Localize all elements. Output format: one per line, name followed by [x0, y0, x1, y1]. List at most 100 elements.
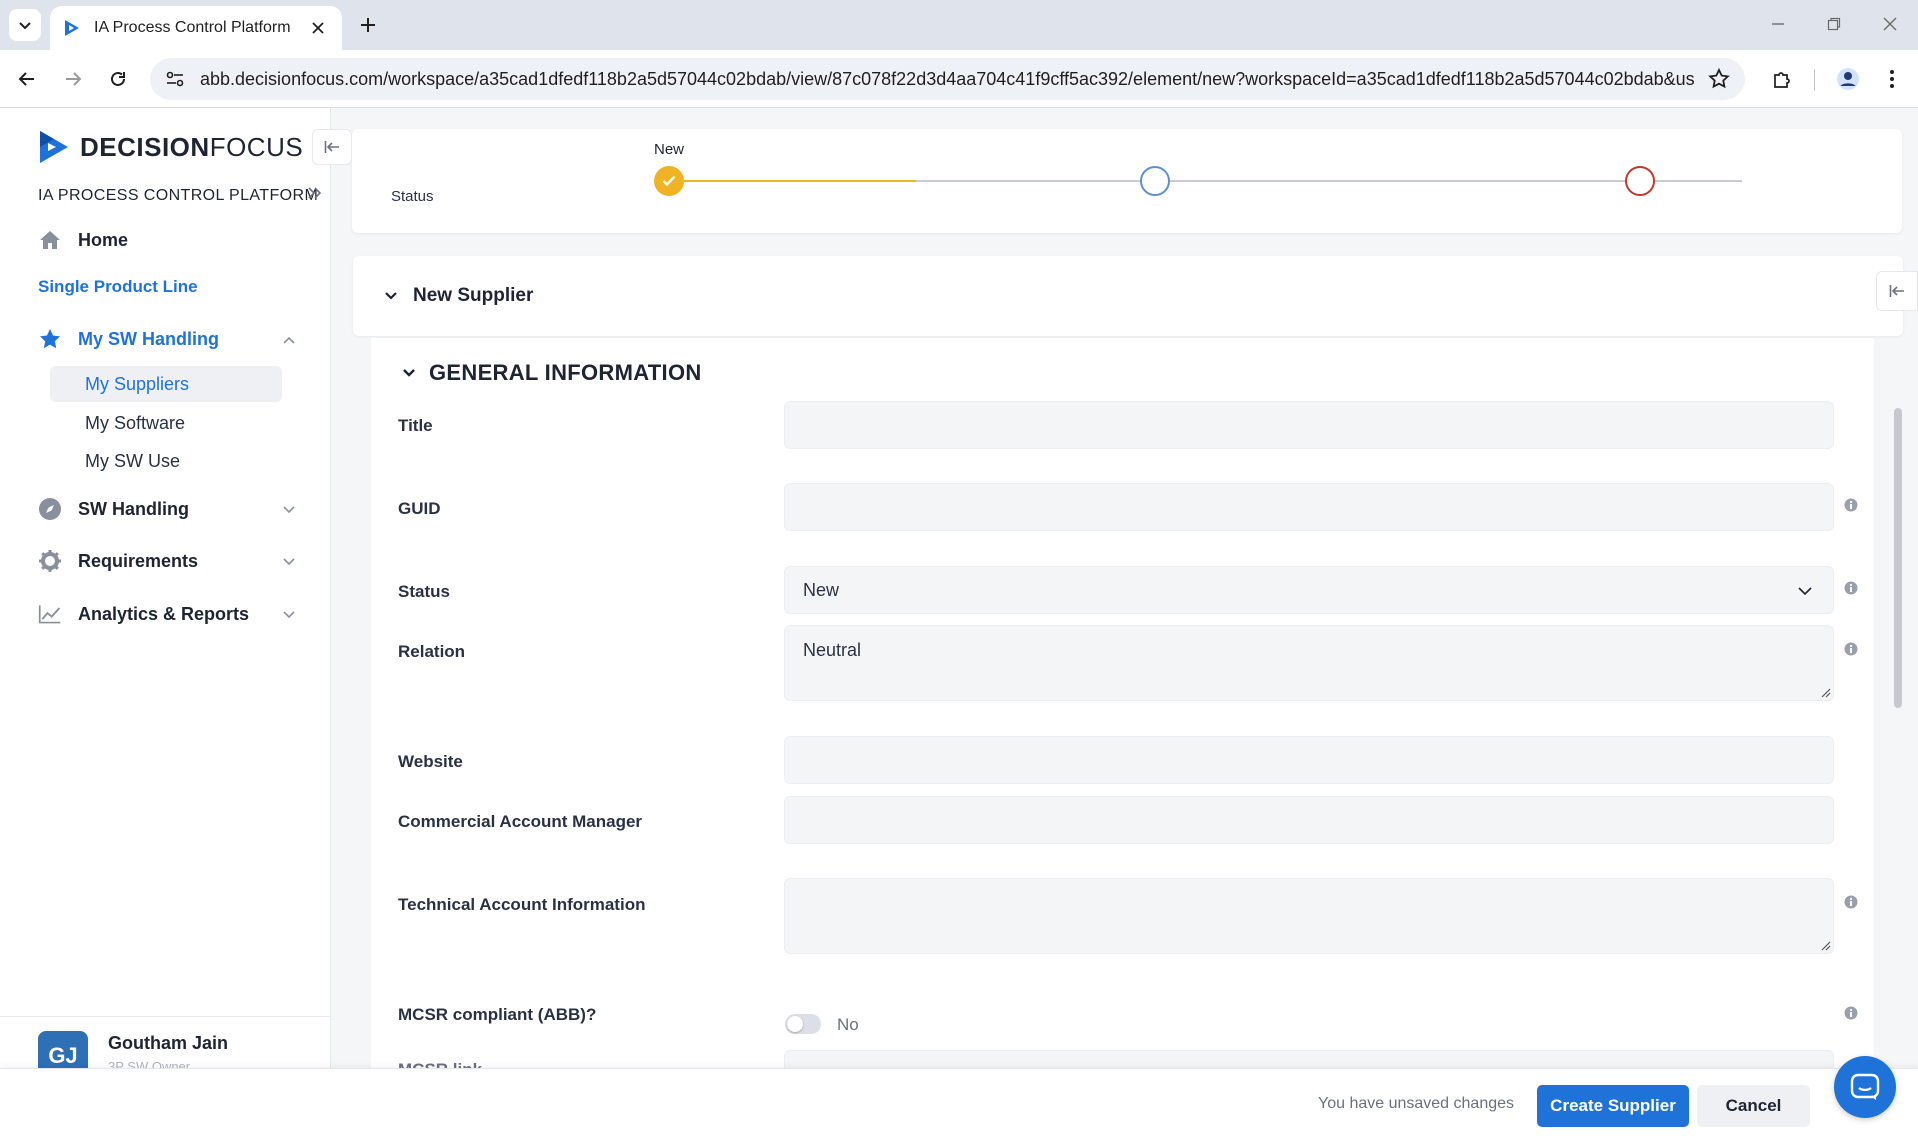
- reload-icon: [111, 71, 125, 86]
- nav-home[interactable]: Home: [38, 223, 128, 257]
- user-name: Goutham Jain: [108, 1033, 229, 1053]
- arrow-right-icon: [66, 72, 82, 86]
- cancel-button[interactable]: Cancel: [1697, 1085, 1810, 1127]
- general-information-toggle[interactable]: GENERAL INFORMATION: [401, 360, 702, 386]
- app-sidebar: DECISIONFOCUS IA PROCESS CONTROL PLATFOR…: [0, 108, 352, 1136]
- mcsr-link-label: MCSR link: [398, 1060, 482, 1068]
- profile-button[interactable]: [1832, 63, 1864, 95]
- website-label: Website: [398, 752, 463, 771]
- reload-button[interactable]: [102, 63, 134, 95]
- collapse-left-icon: [324, 141, 339, 153]
- bookmark-star-icon[interactable]: [1707, 67, 1731, 91]
- form-action-bar: You have unsaved changes Create Supplier…: [0, 1068, 1918, 1136]
- nav-analytics-label: Analytics & Reports: [78, 603, 250, 624]
- relation-field[interactable]: Neutral: [784, 625, 1834, 701]
- tab-title: IA Process Control Platform: [94, 19, 291, 36]
- chevron-down-icon[interactable]: [281, 606, 297, 622]
- title-field[interactable]: [784, 401, 1834, 449]
- back-button[interactable]: [11, 63, 43, 95]
- close-window-button[interactable]: [1870, 8, 1910, 40]
- mcsr-compliant-toggle[interactable]: [785, 1014, 821, 1034]
- plus-icon: [361, 18, 375, 32]
- new-supplier-header[interactable]: New Supplier: [353, 256, 1903, 336]
- info-icon[interactable]: [1844, 498, 1858, 512]
- gear-icon: [39, 550, 61, 572]
- relation-value: Neutral: [803, 640, 862, 660]
- browser-tab-active[interactable]: IA Process Control Platform: [50, 6, 342, 50]
- compass-icon: [39, 498, 61, 520]
- sidebar-item-my-sw-use[interactable]: My SW Use: [50, 443, 282, 479]
- status-select[interactable]: New: [784, 566, 1834, 614]
- logo-mark-icon: [40, 131, 68, 163]
- step-approved[interactable]: [1140, 166, 1170, 196]
- guid-field[interactable]: [784, 483, 1834, 531]
- nav-requirements-label: Requirements: [78, 550, 199, 571]
- address-bar[interactable]: abb.decisionfocus.com/workspace/a35cad1d…: [150, 58, 1745, 100]
- nav-my-sw-handling[interactable]: My SW Handling: [38, 322, 219, 356]
- extensions-button[interactable]: [1766, 63, 1798, 95]
- new-tab-button[interactable]: [352, 9, 384, 41]
- single-product-line-link[interactable]: Single Product Line: [38, 277, 198, 297]
- guid-label: GUID: [398, 499, 441, 518]
- tab-close-icon[interactable]: [306, 16, 330, 40]
- title-label: Title: [398, 416, 433, 435]
- create-supplier-button[interactable]: Create Supplier: [1537, 1085, 1689, 1127]
- nav-requirements[interactable]: Requirements: [38, 544, 198, 578]
- mcsr-link-field[interactable]: [784, 1050, 1834, 1068]
- main-scrollbar[interactable]: [1894, 408, 1902, 708]
- browser-toolbar: abb.decisionfocus.com/workspace/a35cad1d…: [0, 50, 1918, 108]
- decisionfocus-favicon-icon: [65, 20, 79, 36]
- toolbar-separator: [1814, 69, 1815, 91]
- chevron-down-icon: [1798, 587, 1812, 596]
- user-profile-area[interactable]: GJ Goutham Jain 3P SW Owner: [0, 1016, 331, 1081]
- restore-icon: [1827, 17, 1841, 31]
- sidebar-item-my-software[interactable]: My Software: [50, 405, 282, 441]
- chat-icon: [1850, 1073, 1880, 1100]
- mcsr-compliant-value: No: [837, 1015, 859, 1034]
- restore-button[interactable]: [1814, 8, 1854, 40]
- resize-grip-icon[interactable]: [1819, 939, 1831, 951]
- chevron-down-icon[interactable]: [281, 553, 297, 569]
- chevron-up-icon[interactable]: [281, 333, 297, 349]
- site-settings-icon[interactable]: [164, 68, 186, 90]
- nav-sw-handling-label: SW Handling: [78, 498, 189, 519]
- commercial-account-manager-field[interactable]: [784, 796, 1834, 844]
- line-chart-icon: [38, 605, 61, 624]
- info-icon[interactable]: [1844, 1006, 1858, 1020]
- info-icon[interactable]: [1844, 642, 1858, 656]
- toggle-knob: [787, 1016, 803, 1032]
- info-icon[interactable]: [1844, 581, 1858, 595]
- chevron-down-icon: [403, 369, 415, 377]
- website-field[interactable]: [784, 736, 1834, 784]
- info-icon[interactable]: [1844, 895, 1858, 909]
- status-select-value: New: [803, 579, 840, 600]
- status-progress-card: Status New: [352, 129, 1902, 233]
- platform-name[interactable]: IA PROCESS CONTROL PLATFORM: [38, 187, 318, 205]
- step-new-done[interactable]: [654, 166, 684, 196]
- double-chevron-right-icon[interactable]: [306, 184, 324, 202]
- logo-text-light: FOCUS: [209, 131, 304, 162]
- forward-button[interactable]: [57, 63, 89, 95]
- status-track-progress: [682, 180, 916, 182]
- minimize-button[interactable]: [1758, 8, 1798, 40]
- technical-account-information-field[interactable]: [784, 878, 1834, 954]
- resize-grip-icon[interactable]: [1819, 686, 1831, 698]
- collapse-sidebar-button[interactable]: [312, 129, 352, 165]
- new-supplier-title: New Supplier: [413, 285, 534, 306]
- nav-analytics-reports[interactable]: Analytics & Reports: [38, 597, 249, 631]
- open-right-panel-button[interactable]: [1876, 271, 1918, 311]
- nav-my-sw-handling-label: My SW Handling: [78, 328, 219, 349]
- browser-menu-button[interactable]: [1876, 63, 1908, 95]
- sidebar-item-my-suppliers[interactable]: My Suppliers: [50, 366, 282, 402]
- decisionfocus-logo[interactable]: DECISIONFOCUS: [38, 129, 303, 165]
- current-step-label: New: [654, 141, 685, 158]
- step-rejected[interactable]: [1625, 166, 1655, 196]
- tab-search-button[interactable]: [9, 9, 41, 41]
- status-label: Status: [398, 582, 450, 601]
- chat-support-button[interactable]: [1834, 1056, 1896, 1118]
- chevron-down-icon[interactable]: [281, 501, 297, 517]
- nav-sw-handling[interactable]: SW Handling: [38, 492, 189, 526]
- browser-tabstrip: IA Process Control Platform: [0, 0, 1918, 50]
- technical-account-information-label: Technical Account Information: [398, 895, 646, 914]
- url-text: abb.decisionfocus.com/workspace/a35cad1d…: [200, 68, 1695, 89]
